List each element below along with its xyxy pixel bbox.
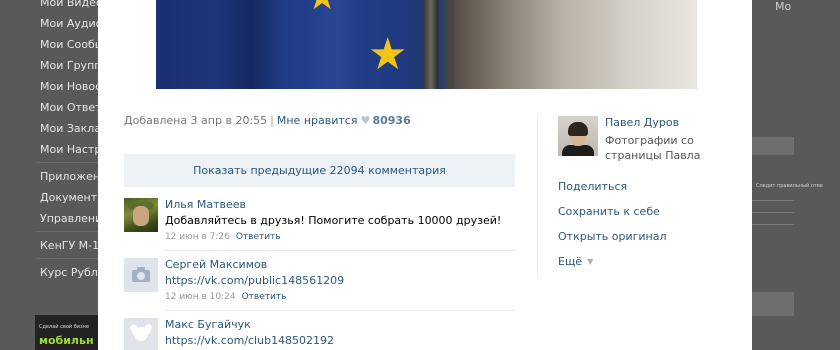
flag-pole — [424, 0, 438, 89]
bg-right-text: Следит правильный отве — [756, 183, 823, 189]
avatar-hair — [568, 122, 588, 136]
bg-top-right-text: Мо — [775, 0, 792, 13]
album-name[interactable]: Фотографии со страницы Павла — [605, 133, 735, 163]
bg-divider — [36, 162, 98, 163]
comment-author[interactable]: Сергей Максимов — [165, 258, 267, 271]
owner-avatar[interactable] — [558, 116, 598, 156]
owner-name[interactable]: Павел Дуров — [605, 116, 679, 130]
bg-ad-title: мобильн — [39, 334, 94, 347]
more-button[interactable]: Ещё ▼ — [558, 255, 593, 269]
separator: | — [270, 114, 274, 127]
bg-right-block — [752, 292, 794, 316]
bg-menu-item: КенГУ М-13 — [40, 239, 107, 252]
comment-link[interactable]: https://vk.com/club148502192 — [165, 334, 334, 347]
bg-right-line — [752, 200, 794, 201]
bg-menu-item: Мои Аудио — [40, 17, 103, 30]
bg-menu-item: Мои Видео — [40, 0, 103, 9]
reply-button[interactable]: Ответить — [236, 232, 281, 242]
dog-icon — [134, 327, 148, 341]
reply-button[interactable]: Ответить — [242, 292, 287, 302]
avatar[interactable] — [124, 318, 158, 350]
sidebar-divider — [537, 116, 538, 276]
show-previous-comments-button[interactable]: Показать предыдущие 22094 комментария — [124, 154, 515, 187]
comment-date[interactable]: 12 июн в 10:24 — [165, 292, 236, 302]
more-label: Ещё — [558, 255, 583, 268]
bg-divider — [36, 258, 98, 259]
chevron-down-icon: ▼ — [587, 257, 594, 266]
bg-right-line — [752, 224, 794, 225]
bg-advertisement: Сделай свой бизне мобильн — [35, 315, 98, 350]
share-button[interactable]: Поделиться — [558, 180, 627, 194]
flag-fold — [216, 0, 286, 89]
photo[interactable]: ★ ★ — [156, 0, 697, 89]
avatar-body — [562, 145, 594, 156]
bg-menu-item: Курс Рубля — [40, 266, 105, 279]
flag-pole — [448, 0, 454, 89]
bg-right-line — [752, 212, 794, 213]
avatar-face — [133, 206, 149, 226]
bg-menu-item: Мои Сообщ — [40, 38, 106, 51]
avatar[interactable] — [124, 258, 158, 292]
comment-footer: 12 июн в 10:24 Ответить — [165, 292, 286, 303]
comment-divider — [165, 250, 515, 251]
star-icon: ★ — [368, 29, 408, 80]
comment-text: Добавляйтесь в друзья! Помогите собрать … — [165, 214, 502, 227]
camera-lens-icon — [137, 272, 145, 280]
bg-right-block — [752, 137, 794, 155]
added-date: Добавлена 3 апр в 20:55 — [124, 114, 268, 127]
comment-link[interactable]: https://vk.com/public148561209 — [165, 274, 344, 287]
avatar[interactable] — [124, 198, 158, 232]
bg-ad-text: Сделай свой бизне — [39, 324, 90, 330]
bg-menu-item: Документы — [40, 191, 106, 204]
heart-icon[interactable]: ♥ — [360, 114, 372, 128]
comment-footer: 12 июн в 7:26 Ответить — [165, 232, 281, 243]
photo-meta: Добавлена 3 апр в 20:55 | Мне нравится ♥ 809… — [124, 114, 411, 128]
bg-divider — [36, 231, 98, 232]
open-original-button[interactable]: Открыть оригинал — [558, 230, 667, 244]
background-left-menu: Мои Видео Мои Аудио Мои Сообщ Мои Группы… — [0, 0, 114, 350]
like-button[interactable]: Мне нравится — [277, 114, 358, 127]
save-button[interactable]: Сохранить к себе — [558, 205, 660, 219]
star-icon: ★ — [306, 0, 338, 20]
photo-viewer-modal: ★ ★ Добавлена 3 апр в 20:55|Мне нравится… — [98, 0, 752, 350]
like-count[interactable]: 80936 — [372, 114, 410, 127]
comment-divider — [165, 310, 515, 311]
comment-author[interactable]: Макс Бугайчук — [165, 318, 251, 331]
comment-author[interactable]: Илья Матвеев — [165, 198, 246, 211]
comment-date[interactable]: 12 июн в 7:26 — [165, 232, 230, 242]
